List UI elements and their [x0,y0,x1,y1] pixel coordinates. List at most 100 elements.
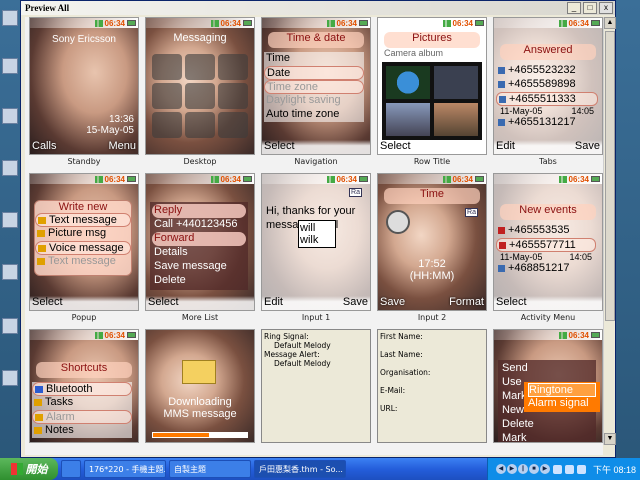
menu-icon[interactable] [185,112,215,138]
play-icon[interactable]: ▶ [506,464,517,474]
picture-thumbnail[interactable] [386,103,430,136]
cell-navigation[interactable]: 06:34 Time & date Time Date Time zone Da… [261,17,371,169]
event-entry[interactable]: +4655577711 [496,238,596,252]
menu-item[interactable]: Reply [152,204,246,218]
cell-shortcuts[interactable]: 06:34 Shortcuts Bluetooth Tasks Alarm No… [29,329,139,443]
event-entry[interactable]: +465553535 [496,224,596,238]
tray-icon[interactable] [552,464,562,474]
left-softkey[interactable]: Save [380,296,405,310]
shortcut-item[interactable]: Notes [32,424,132,438]
popup-item[interactable]: Picture msg [35,227,131,241]
menu-item[interactable]: Details [152,246,246,260]
left-softkey[interactable]: Edit [496,140,515,154]
menu-icon[interactable] [152,54,182,80]
menu-item[interactable]: Forward [152,232,246,246]
stop-icon[interactable]: ■ [528,464,539,474]
submenu-item[interactable]: Ringtone [528,383,596,397]
cell-tabs[interactable]: 06:34 Answered +4655523232 +4655589898 +… [493,17,603,169]
event-entry[interactable]: +468851217 [496,262,596,276]
cell-input-2[interactable]: 06:34 Time Ra 17:52 (HH:MM) Save Format I… [377,173,487,325]
volume-icon[interactable] [576,464,586,474]
menu-item[interactable]: Auto time zone [264,108,364,122]
menu-icon[interactable] [218,54,248,80]
menu-icon[interactable] [218,83,248,109]
shortcut-item[interactable]: Bluetooth [32,382,132,396]
shortcut-item[interactable]: Tasks [32,396,132,410]
left-softkey[interactable]: Select [496,296,527,310]
maximize-button[interactable]: □ [583,2,597,14]
menu-item[interactable]: Call +440123456 [152,218,246,232]
taskbar-button[interactable]: 176*220 - 手機主題... [84,460,166,478]
scroll-up-icon[interactable]: ▲ [604,17,616,29]
close-button[interactable]: x [599,2,613,14]
cell-input-1[interactable]: 06:34 Ra Hi, thanks for your message. I … [261,173,371,325]
suggestion-item[interactable]: wilk [300,234,334,246]
desktop-shortcut-icon[interactable] [2,108,18,124]
menu-item[interactable]: Mark [500,432,594,442]
cell-popup[interactable]: 06:34 Write new Text message Picture msg… [29,173,139,325]
tray-icon[interactable] [564,464,574,474]
window-titlebar[interactable]: Preview All [21,1,615,15]
menu-item[interactable]: Date [264,66,364,80]
right-softkey[interactable]: Save [343,296,368,310]
taskbar-button[interactable]: 戶田惠梨香.thm - So... [254,460,346,478]
quick-launch-icon[interactable] [61,460,81,478]
shortcut-item[interactable]: Alarm [32,410,132,424]
left-softkey[interactable]: Select [32,296,63,310]
menu-item[interactable]: Save message [152,260,246,274]
menu-icon[interactable] [152,112,182,138]
desktop-shortcut-icon[interactable] [2,160,18,176]
menu-item[interactable]: Time zone [264,80,364,94]
call-entry[interactable]: +4655589898 [496,78,598,92]
envelope-icon[interactable] [185,54,215,80]
picture-thumbnail[interactable] [434,66,478,99]
menu-item[interactable]: Daylight saving [264,94,364,108]
menu-item[interactable]: Delete [152,274,246,288]
previous-icon[interactable]: ◀ [495,464,506,474]
cell-standby[interactable]: 06:34 Sony Ericsson 13:36 15-May-05 Calls… [29,17,139,169]
left-softkey[interactable]: Select [264,140,295,154]
cell-more-list[interactable]: 06:34 Reply Call +440123456 Forward Deta… [145,173,255,325]
scroll-down-icon[interactable]: ▼ [604,433,616,445]
left-softkey[interactable]: Calls [32,140,56,154]
desktop-shortcut-icon[interactable] [2,10,18,26]
menu-item[interactable]: Delete [500,418,594,432]
desktop-shortcut-icon[interactable] [2,370,18,386]
menu-icon[interactable] [218,112,248,138]
start-button[interactable]: 開始 [0,458,58,480]
scroll-thumb[interactable] [605,31,615,321]
cell-send-menu[interactable]: 06:34 Send Use Mark New Delete Mark Ring… [493,329,603,443]
popup-item[interactable]: Voice message [35,241,131,255]
cell-download[interactable]: Downloading MMS message [145,329,255,443]
menu-item[interactable]: Send [500,362,594,376]
submenu-item[interactable]: Alarm signal [528,397,596,411]
next-icon[interactable]: ▶ [539,464,550,474]
left-softkey[interactable]: Select [380,140,411,154]
globe-thumbnail-icon[interactable] [386,66,430,99]
right-softkey[interactable]: Menu [108,140,136,154]
taskbar-clock[interactable]: 下午 08:18 [593,463,636,476]
call-entry[interactable]: +4655511333 [496,92,598,106]
desktop-shortcut-icon[interactable] [2,212,18,228]
popup-item[interactable]: Text message [35,255,131,269]
right-softkey[interactable]: Format [449,296,484,310]
desktop-shortcut-icon[interactable] [2,318,18,334]
menu-item[interactable]: Time [264,52,364,66]
time-input[interactable]: 17:52 (HH:MM) [378,258,486,282]
left-softkey[interactable]: Select [148,296,179,310]
desktop-shortcut-icon[interactable] [2,58,18,74]
left-softkey[interactable]: Edit [264,296,283,310]
cell-row-title[interactable]: 06:34 Pictures Camera album Select Row T… [377,17,487,169]
picture-thumbnail[interactable] [434,103,478,136]
taskbar-button[interactable]: 自製主題 [169,460,251,478]
cell-desktop[interactable]: 06:34 Messaging Desktop [145,17,255,169]
pause-icon[interactable]: ∥ [517,464,528,474]
minimize-button[interactable]: _ [567,2,581,14]
cell-activity-menu[interactable]: 06:34 New events +465553535 +4655577711 … [493,173,603,325]
menu-icon[interactable] [152,83,182,109]
right-softkey[interactable]: Save [575,140,600,154]
menu-icon[interactable] [185,83,215,109]
call-entry[interactable]: +4655131217 [496,116,598,130]
call-entry[interactable]: +4655523232 [496,64,598,78]
vertical-scrollbar[interactable]: ▲ ▼ [603,17,616,445]
